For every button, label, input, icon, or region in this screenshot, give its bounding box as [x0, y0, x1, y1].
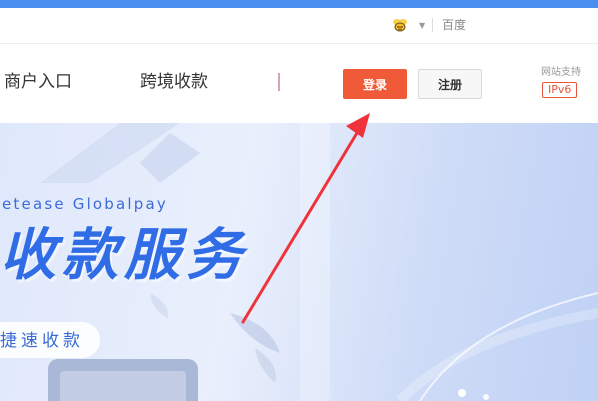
ipv6-badge: IPv6 — [542, 82, 578, 98]
baidu-link[interactable]: 百度 — [442, 17, 466, 33]
caret-down-icon[interactable]: ▼ — [419, 22, 425, 30]
hero-banner: etease Globalpay 收款服务 捷速收款 — [0, 123, 598, 401]
bee-icon[interactable] — [392, 17, 408, 33]
main-nav: 商户入口 跨境收款 登录 注册 网站支持 IPv6 — [0, 45, 598, 123]
hero-pill-label[interactable]: 捷速收款 — [0, 331, 84, 351]
nav-merchant-entry[interactable]: 商户入口 — [4, 71, 72, 93]
login-button[interactable]: 登录 — [343, 69, 407, 99]
utility-divider — [432, 18, 433, 32]
utility-bar: ▼ 百度 — [0, 8, 598, 44]
ipv6-support-label: 网站支持 — [541, 67, 581, 78]
hero-title: 收款服务 — [0, 223, 248, 288]
hero-subtitle: etease Globalpay — [2, 195, 168, 213]
nav-cross-border[interactable]: 跨境收款 — [140, 71, 208, 93]
nav-divider — [278, 73, 280, 91]
register-button[interactable]: 注册 — [418, 69, 482, 99]
top-accent-bar — [0, 0, 598, 8]
